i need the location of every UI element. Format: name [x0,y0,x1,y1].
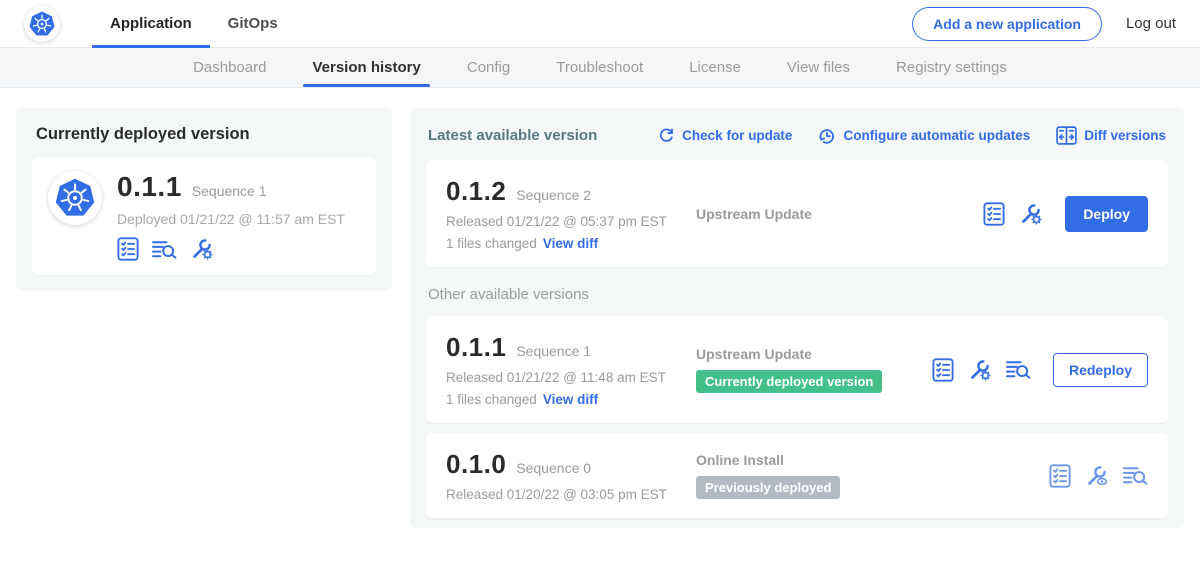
view-logs-icon[interactable] [1006,359,1031,380]
version-source: Upstream Update [696,346,932,362]
header-actions: Add a new application Log out [912,7,1176,41]
tab-gitops[interactable]: GitOps [210,0,296,47]
tab-troubleshoot[interactable]: Troubleshoot [533,48,666,87]
diff-versions-link[interactable]: Diff versions [1056,126,1166,145]
version-row-0-1-2: 0.1.2 Sequence 2 Released 01/21/22 @ 05:… [426,160,1168,267]
deployed-version-number: 0.1.1 [117,171,182,203]
tab-view-files[interactable]: View files [764,48,873,87]
edit-config-icon[interactable] [968,358,992,382]
view-diff-link[interactable]: View diff [543,392,598,407]
currently-deployed-card: Currently deployed version 0.1.1 Sequenc… [16,108,392,291]
version-number: 0.1.2 [446,176,506,207]
tab-version-history[interactable]: Version history [289,48,443,87]
kubernetes-logo-icon [29,11,55,37]
files-changed-label: 1 files changed [446,236,537,251]
configure-updates-label: Configure automatic updates [843,128,1030,143]
released-timestamp: Released 01/21/22 @ 11:48 am EST [446,370,696,385]
previously-deployed-badge: Previously deployed [696,476,840,499]
tab-registry-settings[interactable]: Registry settings [873,48,1030,87]
release-notes-icon[interactable] [117,237,139,261]
edit-config-icon[interactable] [190,237,214,261]
deployed-sequence-label: Sequence 1 [192,183,267,199]
deploy-button[interactable]: Deploy [1065,196,1148,232]
version-source: Online Install [696,452,1049,468]
version-number: 0.1.0 [446,449,506,480]
version-history-panel: Latest available version Check for updat… [410,108,1184,528]
deployed-timestamp: Deployed 01/21/22 @ 11:57 am EST [117,211,345,227]
sequence-label: Sequence 1 [516,343,591,359]
view-logs-icon[interactable] [1123,465,1148,486]
version-row-0-1-1: 0.1.1 Sequence 1 Released 01/21/22 @ 11:… [426,316,1168,423]
currently-deployed-badge: Currently deployed version [696,370,882,393]
tab-application[interactable]: Application [92,0,210,47]
release-notes-icon[interactable] [1049,464,1071,488]
tab-dashboard[interactable]: Dashboard [170,48,289,87]
app-nav: Application GitOps [92,0,296,47]
version-source: Upstream Update [696,206,983,222]
view-diff-link[interactable]: View diff [543,236,598,251]
view-logs-icon[interactable] [152,239,177,260]
other-versions-title: Other available versions [428,286,1166,303]
logout-button[interactable]: Log out [1126,15,1176,32]
redeploy-button[interactable]: Redeploy [1053,353,1148,387]
view-config-icon[interactable] [1085,464,1109,488]
released-timestamp: Released 01/20/22 @ 03:05 pm EST [446,487,696,502]
tab-config[interactable]: Config [444,48,533,87]
released-timestamp: Released 01/21/22 @ 05:37 pm EST [446,214,696,229]
configure-updates-link[interactable]: Configure automatic updates [818,127,1030,145]
release-notes-icon[interactable] [983,202,1005,226]
app-icon [48,171,102,225]
version-row-0-1-0: 0.1.0 Sequence 0 Released 01/20/22 @ 03:… [426,433,1168,518]
version-number: 0.1.1 [446,332,506,363]
edit-config-icon[interactable] [1019,202,1043,226]
files-changed-label: 1 files changed [446,392,537,407]
kubernetes-app-icon [55,178,95,218]
diff-icon [1056,126,1077,145]
kubernetes-logo [24,6,60,42]
diff-versions-label: Diff versions [1084,128,1166,143]
deployed-card-title: Currently deployed version [36,125,374,144]
app-header: Application GitOps Add a new application… [0,0,1200,48]
schedule-icon [818,127,836,145]
check-for-update-label: Check for update [682,128,792,143]
check-for-update-link[interactable]: Check for update [658,127,792,144]
panel-actions: Check for update Configure automatic upd… [658,126,1166,145]
app-subnav: Dashboard Version history Config Trouble… [0,48,1200,88]
tab-license[interactable]: License [666,48,764,87]
refresh-icon [658,127,675,144]
sequence-label: Sequence 2 [516,187,591,203]
deployed-version-card: 0.1.1 Sequence 1 Deployed 01/21/22 @ 11:… [32,157,376,275]
add-application-button[interactable]: Add a new application [912,7,1102,41]
sequence-label: Sequence 0 [516,460,591,476]
latest-version-title: Latest available version [428,127,597,144]
main-content: Currently deployed version 0.1.1 Sequenc… [0,88,1200,528]
release-notes-icon[interactable] [932,358,954,382]
